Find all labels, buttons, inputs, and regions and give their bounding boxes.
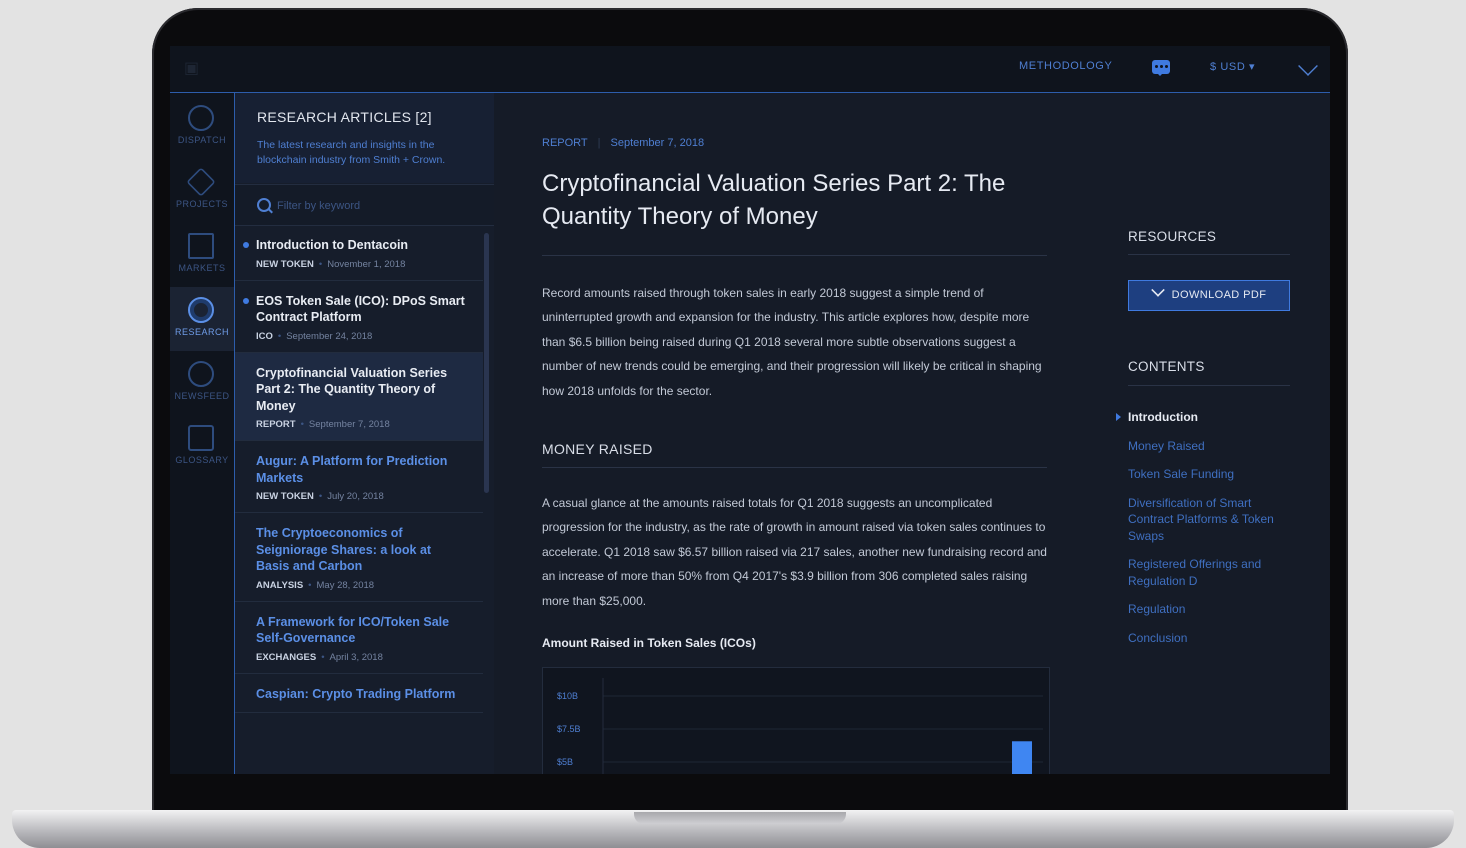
- download-label: DOWNLOAD PDF: [1171, 289, 1267, 301]
- unread-indicator: [243, 242, 249, 248]
- article-title: Cryptofinancial Valuation Series Part 2:…: [542, 170, 1006, 230]
- item-title: A Framework for ICO/Token Sale Self-Gove…: [256, 614, 450, 646]
- chart-bar: [1012, 741, 1032, 774]
- divider: [1128, 254, 1290, 255]
- chart-y-tick: $10B: [557, 691, 578, 701]
- list-item[interactable]: EOS Token Sale (ICO): DPoS Smart Contrac…: [235, 281, 483, 353]
- list-item[interactable]: A Framework for ICO/Token Sale Self-Gove…: [235, 602, 483, 674]
- laptop-notch: [634, 812, 846, 824]
- bar-chart-icon: [188, 233, 214, 259]
- rail-item-glossary[interactable]: GLOSSARY: [170, 415, 234, 479]
- rail-label: GLOSSARY: [175, 455, 229, 465]
- list-item[interactable]: Caspian: Crypto Trading Platform: [235, 674, 483, 713]
- item-meta: ANALYSIS • May 28, 2018: [256, 579, 375, 591]
- item-meta: NEW TOKEN • July 20, 2018: [256, 491, 384, 502]
- rail-label: RESEARCH: [174, 327, 229, 337]
- rail-item-projects[interactable]: PROJECTS: [170, 159, 234, 223]
- item-title: Caspian: Crypto Trading Platform: [256, 686, 456, 701]
- chart-y-tick: $7.5B: [557, 724, 581, 734]
- rail-label: NEWSFEED: [174, 391, 230, 401]
- section-heading: MONEY RAISED: [542, 441, 653, 457]
- search-icon: [257, 198, 271, 212]
- search-bar: [235, 184, 495, 226]
- item-meta: REPORT • September 7, 2018: [256, 419, 390, 430]
- app-screen: ▣ METHODOLOGY $ USD ▾ DISPATCH PROJECTS …: [170, 46, 1330, 774]
- item-title: EOS Token Sale (ICO): DPoS Smart Contrac…: [256, 293, 465, 325]
- rail-item-markets[interactable]: MARKETS: [170, 223, 234, 287]
- item-meta: NEW TOKEN • November 1, 2018: [256, 258, 406, 270]
- list-subtitle: The latest research and insights in the …: [257, 139, 446, 166]
- toc-item-introduction[interactable]: Introduction: [1116, 409, 1298, 426]
- list-item[interactable]: Augur: A Platform for Prediction Markets…: [235, 441, 483, 513]
- item-title: The Cryptoeconomics of Seigniorage Share…: [256, 526, 432, 573]
- research-icon: [188, 297, 214, 323]
- article-date: September 7, 2018: [610, 137, 705, 149]
- icon-rail: DISPATCH PROJECTS MARKETS RESEARCH NEWSF…: [170, 93, 234, 774]
- dispatch-icon: [188, 105, 214, 131]
- divider: [542, 255, 1047, 256]
- item-title: Cryptofinancial Valuation Series Part 2:…: [256, 365, 448, 413]
- article-list-panel: RESEARCH ARTICLES [2] The latest researc…: [234, 93, 496, 774]
- list-header: RESEARCH ARTICLES [2] The latest researc…: [235, 93, 495, 183]
- section-body: A casual glance at the amounts raised to…: [542, 496, 1047, 608]
- list-item[interactable]: Introduction to Dentacoin NEW TOKEN • Nove…: [235, 225, 483, 281]
- search-input[interactable]: [275, 195, 479, 217]
- contents-heading: CONTENTS: [1128, 359, 1205, 374]
- pdf-icon: [1150, 283, 1165, 297]
- divider: [1128, 385, 1290, 386]
- item-meta: EXCHANGES • April 3, 2018: [256, 651, 383, 663]
- list-item-selected[interactable]: Cryptofinancial Valuation Series Part 2:…: [235, 352, 483, 441]
- resources-heading: RESOURCES: [1128, 229, 1217, 244]
- rail-label: MARKETS: [178, 263, 226, 273]
- list-title: RESEARCH ARTICLES [2]: [257, 109, 432, 125]
- layers-icon: [186, 167, 216, 197]
- methodology-link[interactable]: METHODOLOGY: [1019, 60, 1112, 72]
- download-pdf-button[interactable]: DOWNLOAD PDF: [1128, 280, 1290, 311]
- rail-label: PROJECTS: [175, 199, 228, 209]
- book-icon: [188, 425, 214, 451]
- unread-indicator: [243, 297, 249, 304]
- rail-item-research[interactable]: RESEARCH: [170, 287, 234, 351]
- toc-item-regulation[interactable]: Regulation: [1128, 601, 1298, 618]
- chat-icon[interactable]: [1152, 60, 1170, 76]
- rail-item-newsfeed[interactable]: NEWSFEED: [170, 351, 234, 415]
- list-item[interactable]: The Cryptoeconomics of Seigniorage Share…: [235, 513, 483, 602]
- brand-logo: ▣: [184, 60, 203, 77]
- toc-item-diversification[interactable]: Diversification of Smart Contract Platfo…: [1128, 495, 1298, 545]
- token-sales-chart: $10B $7.5B $5B: [542, 667, 1050, 774]
- chevron-down-icon[interactable]: [1298, 56, 1318, 76]
- item-title: Augur: A Platform for Prediction Markets: [256, 454, 448, 485]
- list-scrollbar[interactable]: [484, 233, 489, 493]
- toc-item-token-sale-funding[interactable]: Token Sale Funding: [1128, 466, 1298, 483]
- divider: [542, 467, 1047, 468]
- article-items: Introduction to Dentacoin NEW TOKEN • Nove…: [235, 225, 483, 713]
- globe-icon: [188, 361, 214, 387]
- chart-title: Amount Raised in Token Sales (ICOs): [542, 636, 756, 650]
- currency-selector[interactable]: $ USD ▾: [1210, 60, 1255, 73]
- toc-item-conclusion[interactable]: Conclusion: [1128, 630, 1298, 647]
- toc-item-money-raised[interactable]: Money Raised: [1128, 438, 1298, 455]
- item-meta: ICO • September 24, 2018: [256, 330, 373, 342]
- article-type: REPORT: [542, 137, 588, 149]
- article-panel: REPORT | September 7, 2018 Cryptofinancial…: [494, 93, 1330, 774]
- item-title: Introduction to Dentacoin: [256, 238, 409, 252]
- chart-svg: $10B $7.5B $5B: [557, 678, 1043, 774]
- top-bar: ▣ METHODOLOGY $ USD ▾: [170, 46, 1330, 93]
- table-of-contents: Introduction Money Raised Token Sale Fun…: [1116, 409, 1298, 658]
- rail-label: DISPATCH: [177, 135, 227, 145]
- rail-item-dispatch[interactable]: DISPATCH: [170, 95, 234, 159]
- article-intro: Record amounts raised through token sale…: [542, 286, 1042, 398]
- toc-item-registered-offerings[interactable]: Registered Offerings and Regulation D: [1128, 556, 1298, 589]
- article-meta: REPORT | September 7, 2018: [542, 137, 705, 149]
- chart-y-tick: $5B: [557, 757, 573, 767]
